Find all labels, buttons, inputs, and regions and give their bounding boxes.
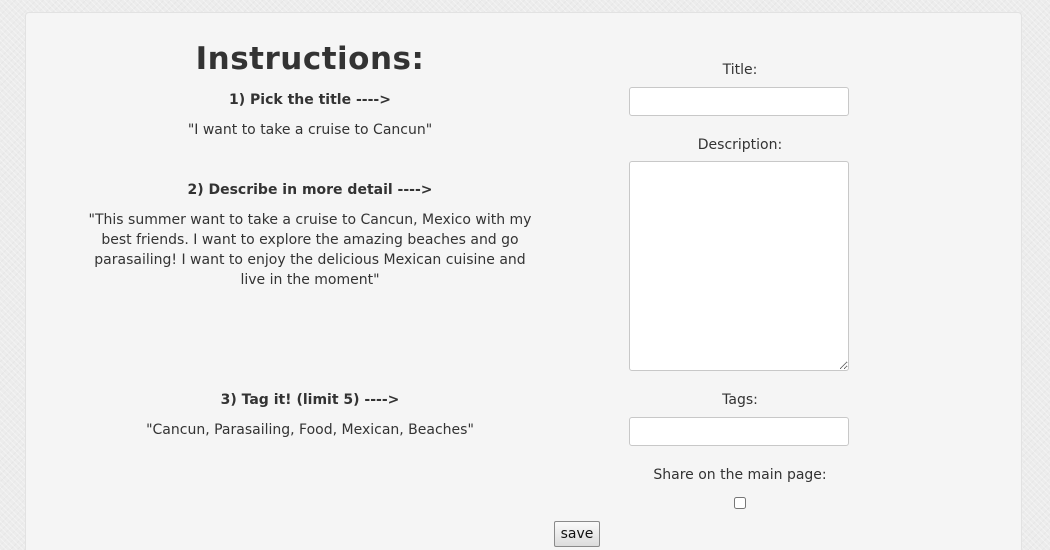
example-description: "This summer want to take a cruise to Ca… xyxy=(88,212,532,288)
tags-label: Tags: xyxy=(722,392,758,408)
step-1-title: 1) Pick the title ----> xyxy=(229,92,391,108)
share-checkbox[interactable] xyxy=(734,497,746,509)
tags-input[interactable] xyxy=(629,417,849,446)
step-3-tags: 3) Tag it! (limit 5) ----> xyxy=(220,392,400,408)
instructions-column: Instructions: 1) Pick the title ----> "I… xyxy=(26,13,594,550)
description-textarea[interactable] xyxy=(629,161,849,371)
instructions-heading: Instructions: xyxy=(195,41,425,77)
title-label: Title: xyxy=(722,62,758,78)
title-input[interactable] xyxy=(629,87,849,116)
description-label: Description: xyxy=(697,137,783,153)
example-title: "I want to take a cruise to Cancun" xyxy=(187,122,433,138)
step-2-description: 2) Describe in more detail ----> xyxy=(187,182,433,198)
example-tags: "Cancun, Parasailing, Food, Mexican, Bea… xyxy=(146,422,474,438)
form-panel: Instructions: 1) Pick the title ----> "I… xyxy=(25,12,1022,550)
save-button[interactable]: save xyxy=(554,521,600,547)
entry-form: Title: Description: Tags: Share on the m… xyxy=(629,13,851,550)
share-label: Share on the main page: xyxy=(653,467,827,483)
